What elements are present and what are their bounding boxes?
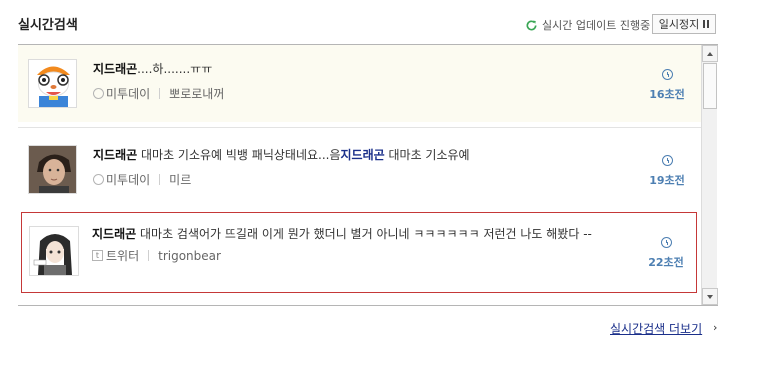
item-text: 지드래곤....하.......ㅠㅠ <box>93 62 213 76</box>
service-name: 미투데이 <box>106 173 151 187</box>
avatar[interactable] <box>29 226 79 276</box>
list-item[interactable]: 지드래곤....하.......ㅠㅠ 미투데이 뽀로로내꺼 16초전 <box>18 45 701 122</box>
clock-icon <box>661 69 673 80</box>
author-name[interactable]: trigonbear <box>158 249 221 263</box>
time-ago: 22초전 <box>646 237 686 270</box>
item-meta: 미투데이 미르 <box>93 171 613 188</box>
item-meta: 미투데이 뽀로로내꺼 <box>93 85 613 102</box>
feed-scrollbar[interactable] <box>701 45 718 305</box>
more-realtime-link[interactable]: 실시간검색 더보기 <box>610 320 702 337</box>
chevron-right-icon[interactable]: › <box>713 321 717 334</box>
list-item-selected[interactable]: 지드래곤 대마초 검색어가 뜨길래 이게 뭔가 했더니 별거 아니네 ㅋㅋㅋㅋㅋ… <box>21 212 697 293</box>
pororo-avatar-icon <box>29 60 76 107</box>
service-name: 미투데이 <box>106 87 151 101</box>
clock-icon <box>660 237 672 248</box>
meta-divider <box>159 88 161 99</box>
item-content: 지드래곤....하.......ㅠㅠ 미투데이 뽀로로내꺼 <box>93 60 613 102</box>
scroll-up-arrow-icon[interactable] <box>702 45 718 62</box>
item-meta: t 트위터 trigonbear <box>92 247 617 264</box>
realtime-feed: 지드래곤....하.......ㅠㅠ 미투데이 뽀로로내꺼 16초전 지드래곤 … <box>18 45 701 305</box>
user-photo-avatar-icon <box>29 146 76 193</box>
scroll-thumb[interactable] <box>703 63 717 109</box>
update-status: 실시간 업데이트 진행중 <box>525 17 650 33</box>
item-content: 지드래곤 대마초 검색어가 뜨길래 이게 뭔가 했더니 별거 아니네 ㅋㅋㅋㅋㅋ… <box>92 225 617 264</box>
author-name[interactable]: 미르 <box>169 171 191 188</box>
service-name: 트위터 <box>106 249 140 263</box>
pause-button[interactable]: 일시정지 <box>652 14 716 34</box>
status-text: 실시간 업데이트 진행중 <box>542 19 651 32</box>
keyword: 지드래곤 <box>92 227 137 241</box>
item-divider <box>18 127 701 128</box>
bottom-divider <box>18 305 718 306</box>
me2day-icon <box>93 174 104 185</box>
meta-divider <box>159 174 161 185</box>
avatar[interactable] <box>28 145 77 194</box>
time-ago: 16초전 <box>647 69 687 102</box>
section-title: 실시간검색 <box>18 18 78 33</box>
keyword: 지드래곤 <box>340 148 385 162</box>
item-content: 지드래곤 대마초 기소유예 빅뱅 패닉상태네요...음지드래곤 대마초 기소유예… <box>93 146 613 188</box>
refresh-icon <box>526 19 537 30</box>
pause-label: 일시정지 <box>658 18 700 31</box>
twitter-icon: t <box>92 250 103 261</box>
scroll-down-arrow-icon[interactable] <box>702 288 718 305</box>
pause-icon <box>703 20 710 28</box>
keyword: 지드래곤 <box>93 62 138 76</box>
author-name[interactable]: 뽀로로내꺼 <box>169 85 224 102</box>
anime-girl-avatar-icon <box>30 227 78 275</box>
time-ago: 19초전 <box>647 155 687 188</box>
meta-divider <box>148 250 150 261</box>
keyword: 지드래곤 <box>93 148 138 162</box>
clock-icon <box>661 155 673 166</box>
me2day-icon <box>93 88 104 99</box>
item-text: 지드래곤 대마초 기소유예 빅뱅 패닉상태네요...음지드래곤 대마초 기소유예 <box>93 148 470 162</box>
item-text: 지드래곤 대마초 검색어가 뜨길래 이게 뭔가 했더니 별거 아니네 ㅋㅋㅋㅋㅋ… <box>92 227 592 241</box>
list-item[interactable]: 지드래곤 대마초 기소유예 빅뱅 패닉상태네요...음지드래곤 대마초 기소유예… <box>18 131 701 208</box>
avatar[interactable] <box>28 59 77 108</box>
